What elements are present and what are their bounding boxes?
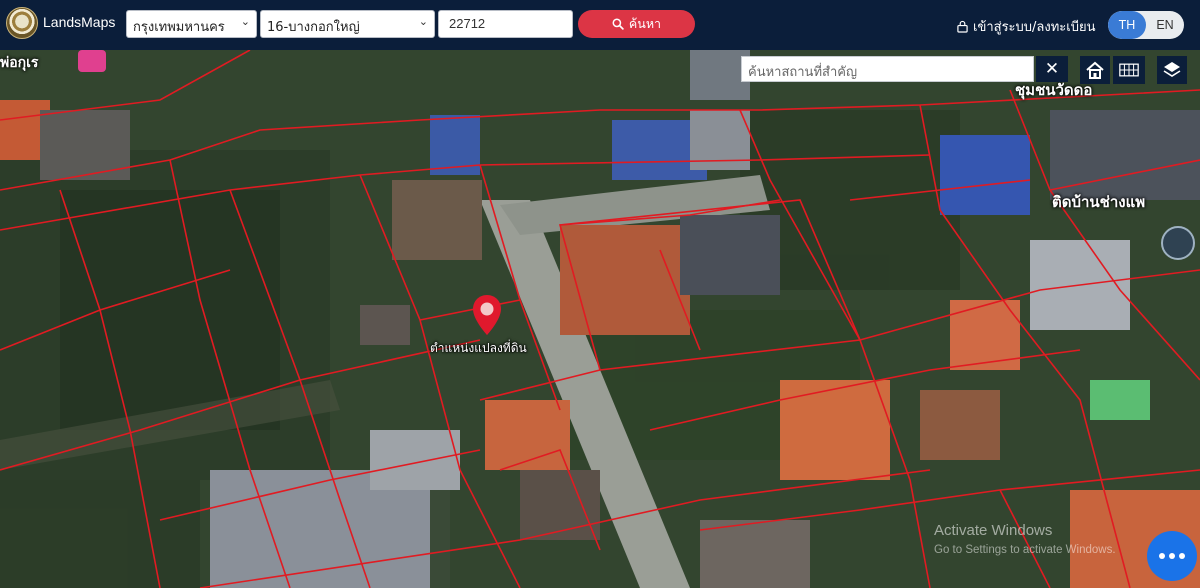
- language-toggle[interactable]: TH EN: [1108, 11, 1184, 39]
- chat-icon[interactable]: [1147, 531, 1197, 581]
- top-navbar: LandsMaps กรุงเทพมหานคร ⌄ 16-บางกอกใหญ่ …: [0, 0, 1200, 50]
- seal-logo-icon[interactable]: [6, 7, 38, 39]
- gear-icon[interactable]: [1161, 226, 1195, 260]
- province-select[interactable]: กรุงเทพมหานคร ⌄: [126, 10, 257, 38]
- location-pin-icon[interactable]: [472, 294, 502, 336]
- chat-dot: [1179, 553, 1185, 559]
- lock-icon: [957, 20, 968, 33]
- brand-name[interactable]: LandsMaps: [43, 14, 115, 30]
- marker-label: ตำแหน่งแปลงที่ดิน: [430, 341, 527, 355]
- home-icon: [1086, 61, 1104, 79]
- home-button[interactable]: [1080, 56, 1110, 84]
- search-icon: [612, 18, 624, 30]
- grid-icon: [1119, 63, 1139, 77]
- search-button-label: ค้นหา: [628, 16, 662, 31]
- layers-icon: [1163, 62, 1181, 77]
- place-search-input[interactable]: ค้นหาสถานที่สำคัญ: [741, 56, 1034, 82]
- chat-dot: [1169, 553, 1175, 559]
- search-button[interactable]: ค้นหา: [578, 10, 695, 38]
- chevron-down-icon: ⌄: [418, 15, 428, 28]
- parcel-number-input[interactable]: 22712: [438, 10, 573, 38]
- grid-button[interactable]: [1113, 56, 1145, 84]
- chat-dot: [1159, 553, 1165, 559]
- login-link[interactable]: เข้าสู่ระบบ/ลงทะเบียน: [957, 16, 1095, 37]
- activation-watermark-title: Activate Windows: [934, 522, 1053, 539]
- lang-en-button[interactable]: EN: [1146, 11, 1184, 39]
- map-label-top-left: พ่อกุเร: [0, 55, 39, 71]
- satellite-map[interactable]: พ่อกุเร ชุมชนวัดดอ ติดบ้านช่างแพ ค้นหาสถ…: [0, 50, 1200, 588]
- login-label: เข้าสู่ระบบ/ลงทะเบียน: [973, 20, 1096, 35]
- map-label-right-mid: ติดบ้านช่างแพ: [1052, 193, 1146, 211]
- poi-marker-icon[interactable]: [78, 50, 106, 72]
- chevron-down-icon: ⌄: [240, 15, 250, 28]
- district-select-value: 16-บางกอกใหญ่: [267, 20, 360, 35]
- close-icon[interactable]: ✕: [1036, 56, 1068, 82]
- district-select[interactable]: 16-บางกอกใหญ่ ⌄: [260, 10, 435, 38]
- province-select-value: กรุงเทพมหานคร: [133, 20, 225, 35]
- satellite-imagery: [0, 50, 1200, 588]
- lang-th-button[interactable]: TH: [1108, 11, 1146, 39]
- activation-watermark-text: Go to Settings to activate Windows.: [934, 544, 1116, 556]
- layers-button[interactable]: [1157, 56, 1187, 84]
